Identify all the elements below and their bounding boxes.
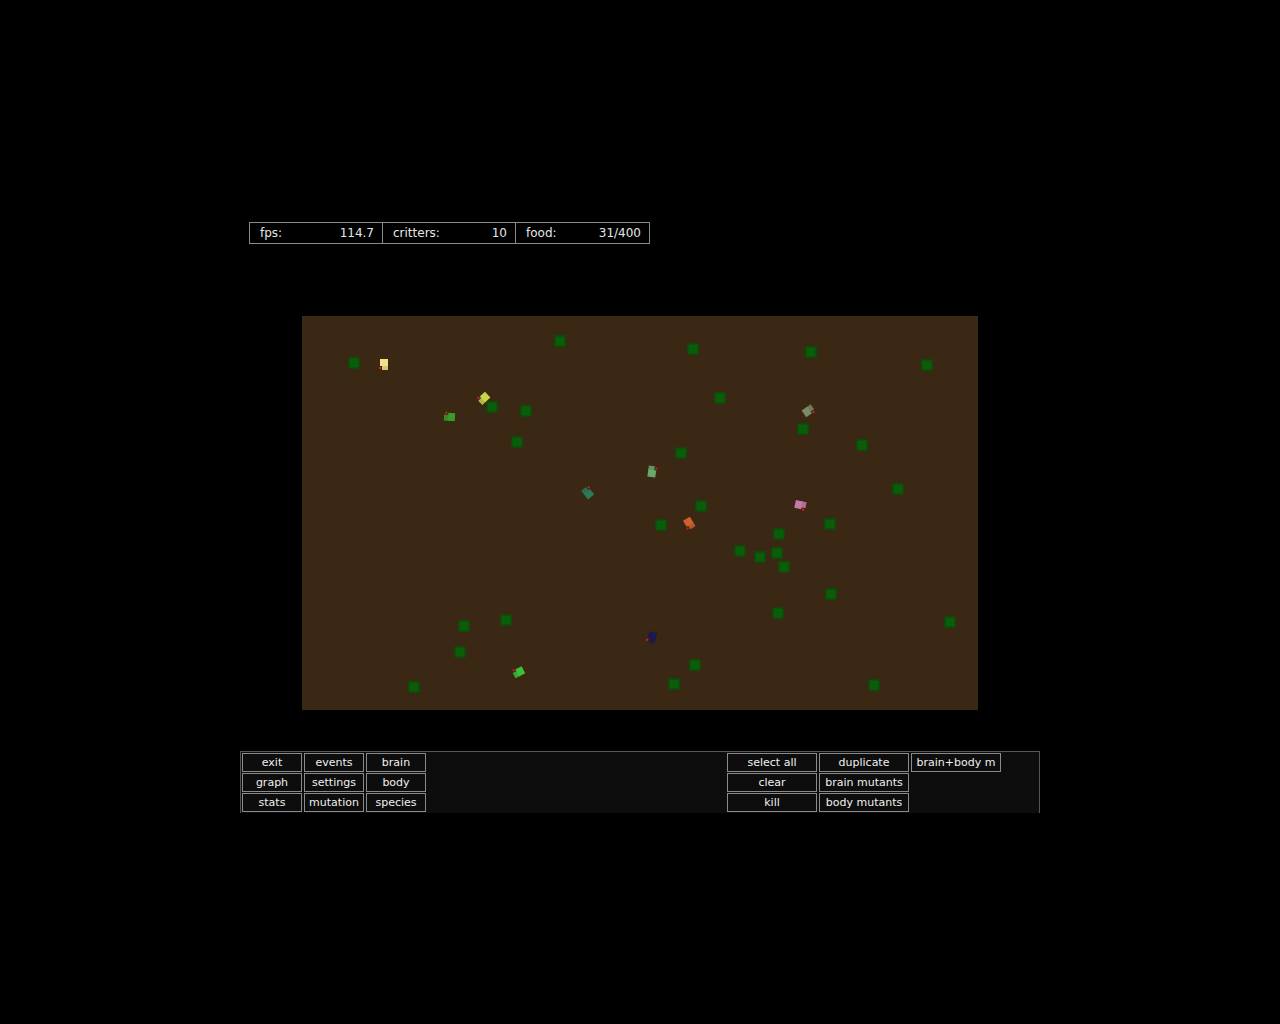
food-pellet: [806, 347, 817, 358]
food-pellet: [487, 402, 498, 413]
food-pellet: [825, 519, 836, 530]
control-button[interactable]: brain: [366, 753, 426, 772]
food-pellet: [669, 679, 680, 690]
stat-cell: fps: 114.7: [250, 223, 383, 243]
critter-icon[interactable]: [476, 390, 492, 406]
control-button[interactable]: stats: [242, 793, 302, 812]
control-panel: exiteventsbraingraphsettingsbodystatsmut…: [240, 751, 1040, 813]
stats-bar: fps: 114.7 critters: 10 food: 31/400: [249, 222, 650, 244]
food-pellet: [798, 424, 809, 435]
critter-icon[interactable]: [644, 629, 660, 645]
food-pellet: [715, 393, 726, 404]
food-pellet: [349, 358, 360, 369]
food-pellet: [755, 552, 766, 563]
stage: fps: 114.7 critters: 10 food: 31/400 exiteven…: [0, 0, 1280, 813]
right-buttons: select allduplicatebrain+body mclearbrai…: [727, 753, 1001, 813]
control-button[interactable]: body: [366, 773, 426, 792]
control-button[interactable]: duplicate: [819, 753, 909, 772]
left-buttons: exiteventsbraingraphsettingsbodystatsmut…: [242, 753, 426, 813]
control-button[interactable]: kill: [727, 793, 817, 812]
food-pellet: [688, 344, 699, 355]
control-button[interactable]: settings: [304, 773, 364, 792]
stat-value: 114.7: [340, 224, 374, 242]
stat-value: 31/400: [599, 224, 641, 242]
control-button[interactable]: clear: [727, 773, 817, 792]
food-pellet: [945, 617, 956, 628]
control-button[interactable]: events: [304, 753, 364, 772]
button-row: graphsettingsbody: [242, 773, 426, 792]
food-pellet: [773, 608, 784, 619]
critter-icon[interactable]: [511, 664, 527, 680]
food-pellet: [774, 529, 785, 540]
food-pellet: [922, 360, 933, 371]
stat-value: 10: [492, 224, 507, 242]
control-button[interactable]: species: [366, 793, 426, 812]
food-pellet: [521, 406, 532, 417]
button-row: statsmutationspecies: [242, 793, 426, 812]
food-pellet: [772, 548, 783, 559]
button-row: killbody mutants: [727, 793, 1001, 812]
food-pellet: [459, 621, 470, 632]
food-pellet: [696, 501, 707, 512]
critter-icon[interactable]: [442, 409, 458, 425]
food-pellet: [893, 484, 904, 495]
stat-cell: critters: 10: [383, 223, 516, 243]
control-button[interactable]: brain mutants: [819, 773, 909, 792]
critter-icon[interactable]: [681, 515, 697, 531]
stat-label: food:: [526, 224, 557, 242]
food-pellet: [501, 615, 512, 626]
stat-cell: food: 31/400: [516, 223, 649, 243]
food-pellet: [735, 546, 746, 557]
food-pellet: [512, 437, 523, 448]
food-pellet: [455, 647, 466, 658]
food-pellet: [869, 680, 880, 691]
stat-label: critters:: [393, 224, 440, 242]
critter-icon[interactable]: [376, 356, 392, 372]
arena[interactable]: [302, 316, 978, 710]
critter-icon[interactable]: [792, 497, 808, 513]
food-pellet: [826, 589, 837, 600]
button-row: exiteventsbrain: [242, 753, 426, 772]
critter-icon[interactable]: [800, 403, 816, 419]
control-button[interactable]: body mutants: [819, 793, 909, 812]
food-pellet: [779, 562, 790, 573]
control-button[interactable]: graph: [242, 773, 302, 792]
button-row: select allduplicatebrain+body m: [727, 753, 1001, 772]
food-pellet: [857, 440, 868, 451]
button-row: clearbrain mutants: [727, 773, 1001, 792]
control-button[interactable]: exit: [242, 753, 302, 772]
food-pellet: [555, 336, 566, 347]
critter-icon[interactable]: [580, 485, 596, 501]
control-button[interactable]: mutation: [304, 793, 364, 812]
food-pellet: [676, 448, 687, 459]
food-pellet: [690, 660, 701, 671]
control-button[interactable]: brain+body m: [911, 753, 1001, 772]
food-pellet: [409, 682, 420, 693]
stat-label: fps:: [260, 224, 282, 242]
food-pellet: [656, 520, 667, 531]
critter-icon[interactable]: [644, 464, 660, 480]
control-button[interactable]: select all: [727, 753, 817, 772]
